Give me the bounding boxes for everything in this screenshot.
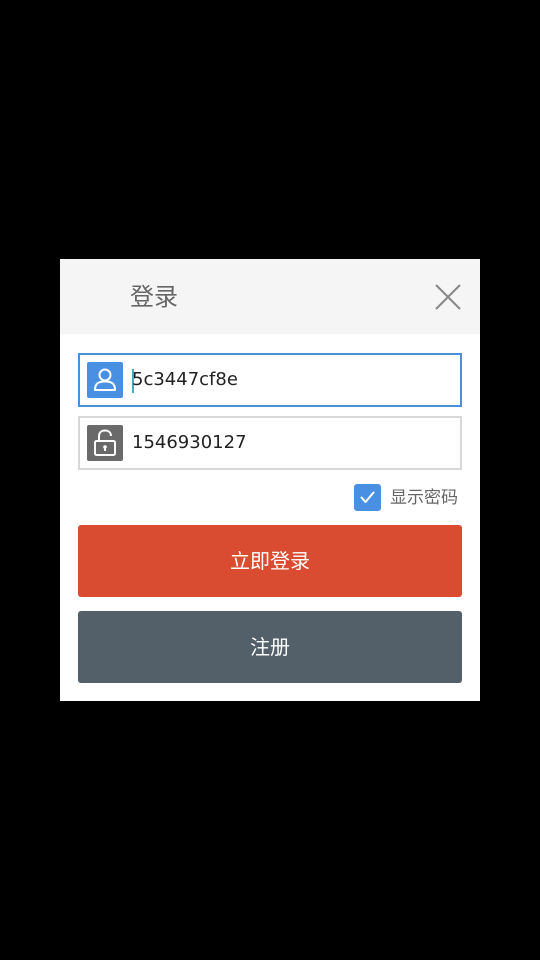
- password-field[interactable]: 1546930127: [78, 416, 462, 470]
- login-button[interactable]: 立即登录: [78, 525, 462, 597]
- username-input[interactable]: 5c3447cf8e: [132, 367, 238, 393]
- user-icon: [87, 362, 123, 398]
- username-field[interactable]: 5c3447cf8e: [78, 353, 462, 407]
- unlock-icon: [87, 425, 123, 461]
- show-password-label: 显示密码: [390, 488, 458, 508]
- password-input[interactable]: 1546930127: [132, 430, 247, 456]
- show-password-toggle[interactable]: 显示密码: [354, 484, 464, 512]
- show-password-checkbox[interactable]: [354, 484, 381, 511]
- login-dialog: 登录 5c3447cf8e 1546930127 显示密码 立即登录 注册: [60, 259, 480, 701]
- dialog-title: 登录: [130, 283, 178, 311]
- checkmark-icon: [360, 491, 375, 503]
- close-icon: [435, 284, 461, 310]
- register-button[interactable]: 注册: [78, 611, 462, 683]
- dialog-header: 登录: [60, 259, 480, 334]
- close-button[interactable]: [428, 277, 468, 317]
